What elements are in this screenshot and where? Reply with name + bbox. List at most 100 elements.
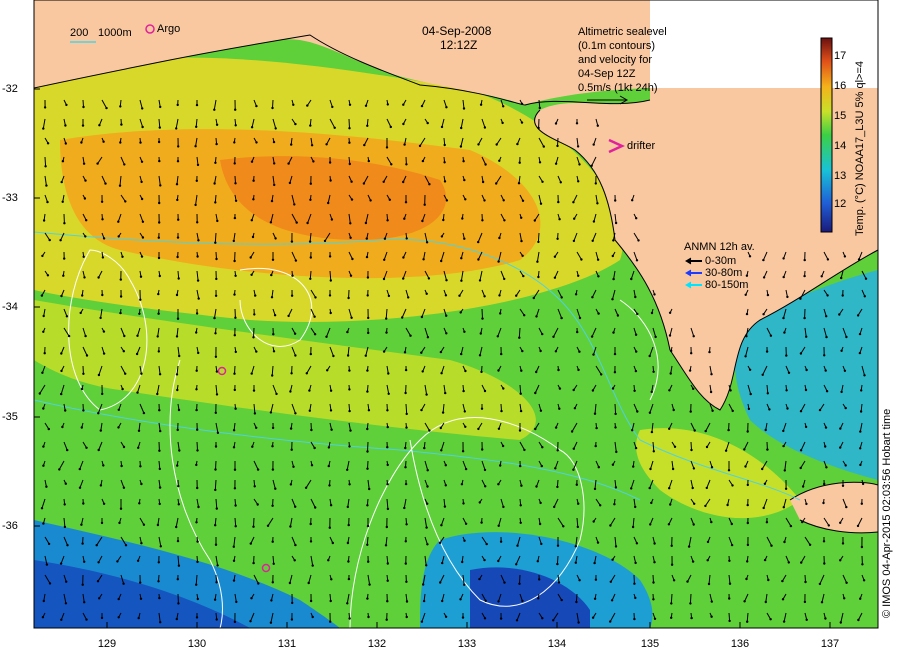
velocity-arrow-head — [329, 279, 332, 282]
velocity-arrow-head — [136, 334, 139, 337]
velocity-arrow-head — [346, 330, 349, 334]
velocity-arrow-head — [255, 104, 258, 108]
velocity-arrow-head — [439, 581, 442, 584]
velocity-arrow-head — [786, 295, 789, 299]
velocity-arrow-head — [390, 163, 393, 166]
velocity-arrow-head — [499, 617, 503, 620]
velocity-arrow-head — [477, 427, 480, 431]
velocity-arrow-head — [863, 295, 866, 298]
velocity-arrow-head — [307, 581, 310, 585]
velocity-arrow — [537, 232, 540, 242]
velocity-arrow-head — [730, 522, 733, 526]
colorbar-title: Temp. (°C) NOAA17_L3U 5% ql>=4 — [854, 61, 866, 236]
velocity-arrow-head — [289, 390, 292, 393]
velocity-arrow-head — [782, 620, 786, 623]
velocity-arrow-head — [597, 312, 600, 315]
velocity-arrow-head — [443, 143, 446, 147]
velocity-arrow-head — [215, 393, 219, 396]
velocity-arrow-head — [728, 582, 732, 585]
velocity-arrow-head — [47, 542, 51, 546]
velocity-arrow-head — [423, 446, 426, 450]
velocity-arrow-head — [288, 181, 292, 185]
velocity-arrow-head — [769, 334, 773, 337]
velocity-arrow-head — [157, 561, 160, 564]
velocity-arrow-head — [577, 502, 580, 505]
velocity-arrow-head — [477, 143, 480, 146]
velocity-arrow-head — [60, 392, 63, 396]
velocity-arrow-head — [41, 371, 44, 374]
velocity-arrow-head — [441, 599, 444, 603]
velocity-arrow-head — [611, 254, 614, 258]
velocity-arrow-head — [804, 425, 808, 429]
velocity-arrow-head — [595, 426, 598, 430]
velocity-arrow — [253, 327, 255, 338]
velocity-arrow-head — [308, 389, 311, 392]
velocity-arrow-head — [97, 373, 101, 377]
velocity-arrow-head — [289, 525, 292, 528]
velocity-arrow-head — [158, 486, 162, 489]
velocity-arrow-head — [745, 274, 749, 277]
velocity-arrow-head — [216, 431, 220, 434]
velocity-arrow-head — [533, 219, 536, 222]
velocity-arrow-head — [500, 409, 503, 413]
velocity-arrow — [234, 517, 237, 527]
velocity-arrow-head — [214, 524, 217, 527]
velocity-arrow-head — [554, 426, 558, 429]
velocity-arrow-head — [327, 559, 330, 562]
velocity-arrow-head — [176, 255, 179, 259]
velocity-arrow-head — [839, 446, 842, 449]
velocity-arrow-head — [653, 617, 657, 620]
velocity-arrow-head — [557, 581, 561, 584]
velocity-arrow-head — [444, 464, 447, 467]
velocity-arrow-head — [535, 370, 538, 374]
velocity-arrow-head — [195, 179, 198, 182]
velocity-arrow-head — [705, 445, 709, 449]
velocity-arrow-head — [366, 369, 369, 372]
velocity-arrow-head — [501, 444, 505, 448]
velocity-arrow-head — [403, 217, 406, 220]
x-tick-label: 129 — [97, 638, 117, 650]
velocity-arrow-head — [648, 354, 651, 358]
velocity-arrow-head — [420, 408, 423, 412]
velocity-arrow-head — [844, 406, 847, 410]
velocity-arrow-head — [61, 160, 65, 163]
velocity-arrow-head — [101, 256, 105, 259]
velocity-arrow-head — [232, 239, 235, 243]
velocity-arrow-head — [670, 349, 673, 353]
velocity-arrow-head — [350, 180, 353, 183]
velocity-arrow-head — [859, 430, 862, 433]
velocity-arrow-head — [366, 543, 369, 546]
velocity-arrow-head — [781, 598, 785, 601]
velocity-arrow-head — [43, 106, 47, 109]
velocity-arrow-head — [535, 315, 538, 318]
velocity-arrow-head — [484, 163, 487, 166]
velocity-arrow-head — [799, 449, 803, 452]
velocity-arrow-head — [96, 162, 99, 165]
velocity-arrow-head — [366, 294, 369, 297]
velocity-arrow-head — [764, 428, 767, 432]
velocity-arrow-head — [688, 369, 692, 372]
velocity-arrow-head — [65, 315, 69, 318]
velocity-arrow-head — [158, 373, 162, 376]
velocity-arrow-head — [478, 577, 481, 581]
velocity-arrow-head — [536, 560, 539, 563]
velocity-arrow-head — [594, 578, 598, 581]
velocity-arrow-head — [328, 255, 332, 258]
velocity-arrow-head — [309, 198, 312, 201]
velocity-arrow-head — [635, 217, 638, 220]
velocity-arrow-head — [310, 464, 314, 467]
velocity-arrow-head — [386, 483, 389, 486]
velocity-arrow-head — [690, 352, 693, 355]
velocity-arrow-head — [252, 179, 255, 182]
velocity-arrow-head — [503, 277, 506, 281]
velocity-arrow-head — [329, 620, 332, 623]
velocity-arrow-head — [271, 258, 275, 261]
velocity-arrow-head — [196, 428, 199, 431]
velocity-arrow-head — [116, 560, 119, 563]
velocity-arrow-head — [142, 411, 146, 415]
velocity-arrow-head — [271, 374, 274, 377]
x-tick-label: 133 — [457, 638, 477, 650]
velocity-arrow-head — [366, 276, 370, 279]
velocity-arrow-head — [215, 507, 218, 510]
velocity-arrow-head — [176, 388, 179, 392]
